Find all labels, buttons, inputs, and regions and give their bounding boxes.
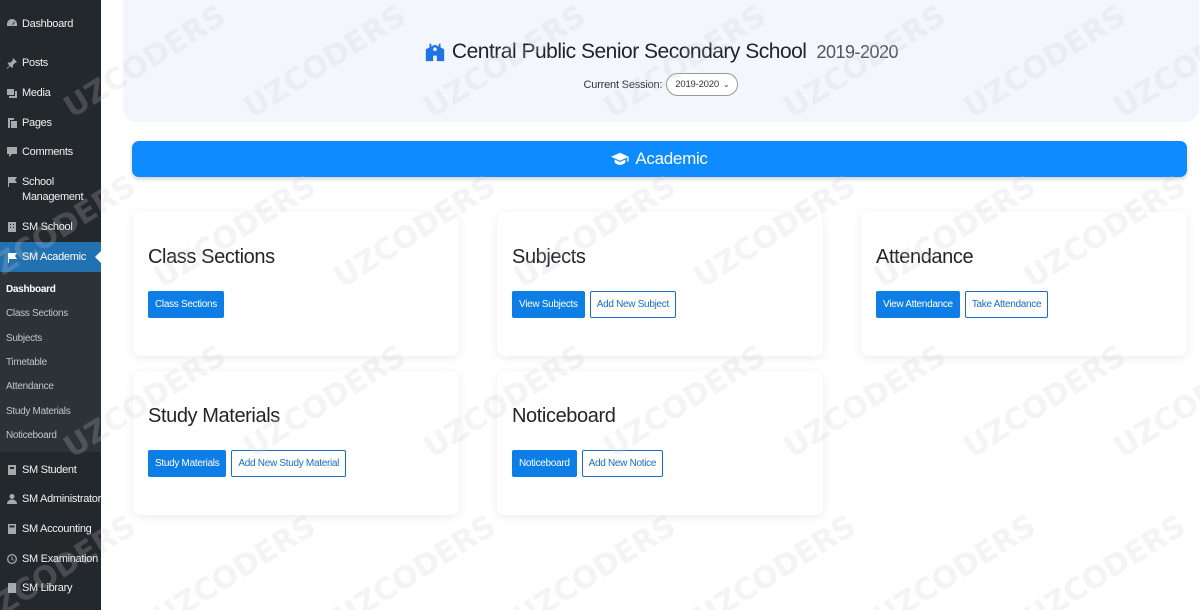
calculator-icon xyxy=(6,523,18,535)
card-subjects: Subjects View Subjects Add New Subject xyxy=(497,212,823,356)
sidebar-item-label: Dashboard xyxy=(22,18,74,30)
flag-icon xyxy=(6,252,18,264)
sidebar-item-label: Comments xyxy=(22,146,73,158)
sidebar-item-school-management[interactable]: School Management xyxy=(0,175,101,205)
add-new-subject-button[interactable]: Add New Subject xyxy=(589,291,676,318)
sidebar-item-label: SM Examination xyxy=(22,553,98,565)
card-title: Subjects xyxy=(512,246,586,268)
card-title: Noticeboard xyxy=(512,405,616,427)
card-attendance: Attendance View Attendance Take Attendan… xyxy=(861,212,1187,356)
sidebar-item-sm-academic[interactable]: SM Academic xyxy=(0,242,101,272)
school-name: Central Public Senior Secondary School xyxy=(451,40,807,63)
submenu-item-noticeboard[interactable]: Noticeboard xyxy=(6,430,57,441)
sidebar-item-sm-examination[interactable]: SM Examination xyxy=(0,552,101,567)
submenu-item-dashboard[interactable]: Dashboard xyxy=(6,284,56,295)
main-content: Central Public Senior Secondary School 2… xyxy=(101,0,1200,610)
sidebar-item-dashboard[interactable]: Dashboard xyxy=(0,17,101,32)
view-subjects-button[interactable]: View Subjects xyxy=(512,291,585,318)
card-title: Study Materials xyxy=(148,405,280,427)
sidebar-item-label: SM Student xyxy=(22,464,77,476)
add-new-notice-button[interactable]: Add New Notice xyxy=(581,450,664,477)
submenu-item-timetable[interactable]: Timetable xyxy=(6,357,47,368)
card-study-materials: Study Materials Study Materials Add New … xyxy=(133,371,459,515)
user-icon xyxy=(6,493,18,505)
sidebar-item-label: School Management xyxy=(22,176,84,203)
page-title: Central Public Senior Secondary School 2… xyxy=(123,40,1199,64)
sidebar-item-posts[interactable]: Posts xyxy=(0,56,101,71)
sidebar-item-pages[interactable]: Pages xyxy=(0,116,101,131)
academic-label: Academic xyxy=(635,149,708,168)
graduation-icon xyxy=(6,464,18,476)
sidebar-item-label: Pages xyxy=(22,117,52,129)
session-value: 2019-2020 xyxy=(675,79,719,90)
class-sections-button[interactable]: Class Sections xyxy=(148,291,224,318)
sidebar-item-label: SM Accounting xyxy=(22,523,92,535)
book-icon xyxy=(6,582,18,594)
school-header: Central Public Senior Secondary School 2… xyxy=(123,0,1199,122)
session-label: Current Session: xyxy=(583,78,663,91)
card-noticeboard: Noticeboard Noticeboard Add New Notice xyxy=(497,371,823,515)
sidebar-item-sm-school[interactable]: SM School xyxy=(0,220,101,235)
study-materials-button[interactable]: Study Materials xyxy=(148,450,227,477)
pages-icon xyxy=(6,117,18,129)
card-class-sections: Class Sections Class Sections xyxy=(133,212,459,356)
sidebar-item-label: SM Library xyxy=(22,582,73,594)
academic-submenu: Dashboard Class Sections Subjects Timeta… xyxy=(0,272,101,452)
session-selector: Current Session: 2019-2020 ⌄ xyxy=(123,73,1199,96)
academic-banner: Academic xyxy=(132,141,1187,177)
card-title: Attendance xyxy=(876,246,974,268)
take-attendance-button[interactable]: Take Attendance xyxy=(964,291,1049,318)
session-select[interactable]: 2019-2020 ⌄ xyxy=(666,73,739,96)
submenu-item-subjects[interactable]: Subjects xyxy=(6,333,42,344)
flag-icon xyxy=(6,176,18,188)
noticeboard-button[interactable]: Noticeboard xyxy=(512,450,577,477)
submenu-item-class-sections[interactable]: Class Sections xyxy=(6,308,68,319)
chevron-down-icon: ⌄ xyxy=(722,80,730,89)
sidebar-item-comments[interactable]: Comments xyxy=(0,145,101,160)
sidebar-item-sm-administrator[interactable]: SM Administrator xyxy=(0,492,101,507)
clock-icon xyxy=(6,553,18,565)
school-year: 2019-2020 xyxy=(816,41,899,62)
pin-icon xyxy=(6,57,18,69)
sidebar-item-label: Posts xyxy=(22,57,49,69)
school-icon xyxy=(424,41,446,63)
building-icon xyxy=(6,221,18,233)
sidebar-item-label: SM School xyxy=(22,221,73,233)
sidebar-item-label: SM Administrator xyxy=(22,493,101,505)
dashboard-icon xyxy=(6,18,18,30)
sidebar-item-media[interactable]: Media xyxy=(0,86,101,101)
view-attendance-button[interactable]: View Attendance xyxy=(876,291,960,318)
comment-icon xyxy=(6,146,18,158)
add-new-study-material-button[interactable]: Add New Study Material xyxy=(231,450,347,477)
submenu-item-attendance[interactable]: Attendance xyxy=(6,381,54,392)
sidebar-item-sm-accounting[interactable]: SM Accounting xyxy=(0,522,101,537)
card-title: Class Sections xyxy=(148,246,275,268)
sidebar-item-label: Media xyxy=(22,87,51,99)
admin-sidebar: Dashboard Posts Media Pages Comments Sch… xyxy=(0,0,101,610)
sidebar-item-sm-student[interactable]: SM Student xyxy=(0,463,101,478)
sidebar-item-label: SM Academic xyxy=(22,250,86,263)
submenu-item-study-materials[interactable]: Study Materials xyxy=(6,406,71,417)
graduation-cap-icon xyxy=(611,152,629,166)
sidebar-item-sm-library[interactable]: SM Library xyxy=(0,581,101,596)
media-icon xyxy=(6,87,18,99)
